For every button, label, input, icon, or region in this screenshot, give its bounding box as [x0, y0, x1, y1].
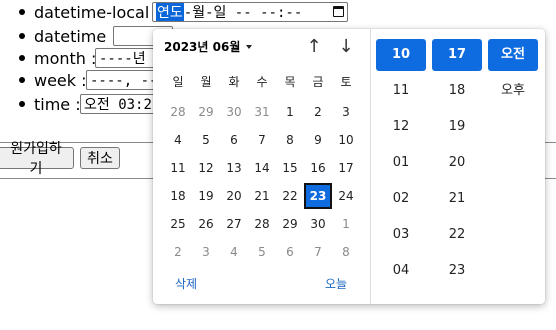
- minute-option[interactable]: 22: [432, 219, 482, 251]
- day-cell[interactable]: 29: [276, 211, 304, 237]
- datetime-local-input[interactable]: 연도 -월-일 -- --:--: [152, 2, 348, 22]
- hour-option[interactable]: 11: [376, 75, 426, 107]
- day-cell[interactable]: 14: [248, 155, 276, 181]
- month-year-selector[interactable]: 2023년 06월: [164, 38, 253, 55]
- week-label: week :: [34, 70, 87, 90]
- minute-option[interactable]: 19: [432, 111, 482, 143]
- signup-button[interactable]: 원가입하기: [0, 141, 74, 177]
- day-cell[interactable]: 31: [248, 99, 276, 125]
- day-cell[interactable]: 5: [248, 239, 276, 265]
- weekday-label: 수: [256, 75, 268, 89]
- day-cell[interactable]: 3: [332, 99, 360, 125]
- day-cell[interactable]: 29: [192, 99, 220, 125]
- dropdown-caret-icon: [246, 44, 253, 49]
- day-cell[interactable]: 1: [276, 99, 304, 125]
- day-cell[interactable]: 15: [276, 155, 304, 181]
- minute-option[interactable]: 20: [432, 147, 482, 179]
- day-cell[interactable]: 25: [164, 211, 192, 237]
- day-cell[interactable]: 19: [192, 183, 220, 209]
- ampm-option[interactable]: 오후: [488, 75, 538, 107]
- panel-separator: [370, 29, 371, 304]
- prev-month-arrow-icon[interactable]: ↑: [304, 35, 324, 57]
- hour-option-selected[interactable]: 10: [376, 39, 426, 71]
- weekday-label: 일: [172, 75, 184, 89]
- next-month-arrow-icon[interactable]: ↓: [336, 35, 356, 57]
- day-cell[interactable]: 30: [304, 211, 332, 237]
- day-cell[interactable]: 3: [192, 239, 220, 265]
- calendar-icon[interactable]: [333, 6, 344, 17]
- day-cell[interactable]: 30: [220, 99, 248, 125]
- datetime-label: datetime :: [34, 26, 117, 46]
- day-cell[interactable]: 24: [332, 183, 360, 209]
- weekday-label: 토: [340, 75, 352, 89]
- calendar-panel: 2023년 06월 ↑ ↓ 일월화수목금토 28 29 30 31 1 2 3 4 5 6 7 8 9 1…: [153, 29, 369, 304]
- bullet: [19, 55, 25, 61]
- hour-option[interactable]: 12: [376, 111, 426, 143]
- bullet: [19, 33, 25, 39]
- day-cell[interactable]: 10: [332, 127, 360, 153]
- weekday-label: 월: [200, 75, 212, 89]
- month-label: month :: [34, 48, 97, 68]
- day-cell[interactable]: 27: [220, 211, 248, 237]
- bullet: [19, 101, 25, 107]
- day-cell[interactable]: 4: [164, 127, 192, 153]
- ampm-option-selected[interactable]: 오전: [488, 39, 538, 71]
- hour-option[interactable]: 01: [376, 147, 426, 179]
- weekday-label: 화: [228, 75, 240, 89]
- hour-option[interactable]: 04: [376, 255, 426, 287]
- weekday-label: 금: [312, 75, 324, 89]
- day-cell[interactable]: 2: [164, 239, 192, 265]
- day-cell[interactable]: 13: [220, 155, 248, 181]
- day-cell[interactable]: 18: [164, 183, 192, 209]
- month-title: 2023년 06월: [164, 40, 241, 54]
- day-cell[interactable]: 12: [192, 155, 220, 181]
- day-cell[interactable]: 4: [220, 239, 248, 265]
- day-cell[interactable]: 2: [304, 99, 332, 125]
- datetime-rest-segments: -월-일 -- --:--: [183, 5, 303, 21]
- minute-option[interactable]: 23: [432, 255, 482, 287]
- day-cell[interactable]: 7: [248, 127, 276, 153]
- day-cell[interactable]: 28: [164, 99, 192, 125]
- bullet: [19, 9, 25, 15]
- day-cell[interactable]: 6: [220, 127, 248, 153]
- day-cell[interactable]: 11: [164, 155, 192, 181]
- day-cell[interactable]: 21: [248, 183, 276, 209]
- weekday-label: 목: [284, 75, 296, 89]
- year-segment[interactable]: 연도: [156, 3, 184, 21]
- hour-option[interactable]: 02: [376, 183, 426, 215]
- bullet: [19, 77, 25, 83]
- day-cell[interactable]: 9: [304, 127, 332, 153]
- day-cell[interactable]: 20: [220, 183, 248, 209]
- day-cell[interactable]: 8: [332, 239, 360, 265]
- cancel-button[interactable]: 취소: [80, 147, 120, 169]
- time-value: 오전 03:2: [84, 97, 152, 113]
- datetime-picker-popup: 2023년 06월 ↑ ↓ 일월화수목금토 28 29 30 31 1 2 3 4 5 6 7 8 9 1…: [153, 29, 545, 304]
- day-cell[interactable]: 26: [192, 211, 220, 237]
- time-label: time :: [34, 94, 81, 114]
- minute-option[interactable]: 21: [432, 183, 482, 215]
- day-cell[interactable]: 5: [192, 127, 220, 153]
- day-cell[interactable]: 8: [276, 127, 304, 153]
- minute-option-selected[interactable]: 17: [432, 39, 482, 71]
- day-cell[interactable]: 6: [276, 239, 304, 265]
- datetime-local-label: datetime-local :: [34, 2, 160, 22]
- day-cell[interactable]: 16: [304, 155, 332, 181]
- today-button[interactable]: 오늘: [325, 275, 347, 292]
- day-cell[interactable]: 7: [304, 239, 332, 265]
- clear-button[interactable]: 삭제: [175, 275, 197, 292]
- minute-option[interactable]: 18: [432, 75, 482, 107]
- day-cell-selected[interactable]: 23: [304, 183, 332, 209]
- day-cell[interactable]: 17: [332, 155, 360, 181]
- day-cell[interactable]: 28: [248, 211, 276, 237]
- hour-option[interactable]: 03: [376, 219, 426, 251]
- day-cell[interactable]: 1: [332, 211, 360, 237]
- day-cell[interactable]: 22: [276, 183, 304, 209]
